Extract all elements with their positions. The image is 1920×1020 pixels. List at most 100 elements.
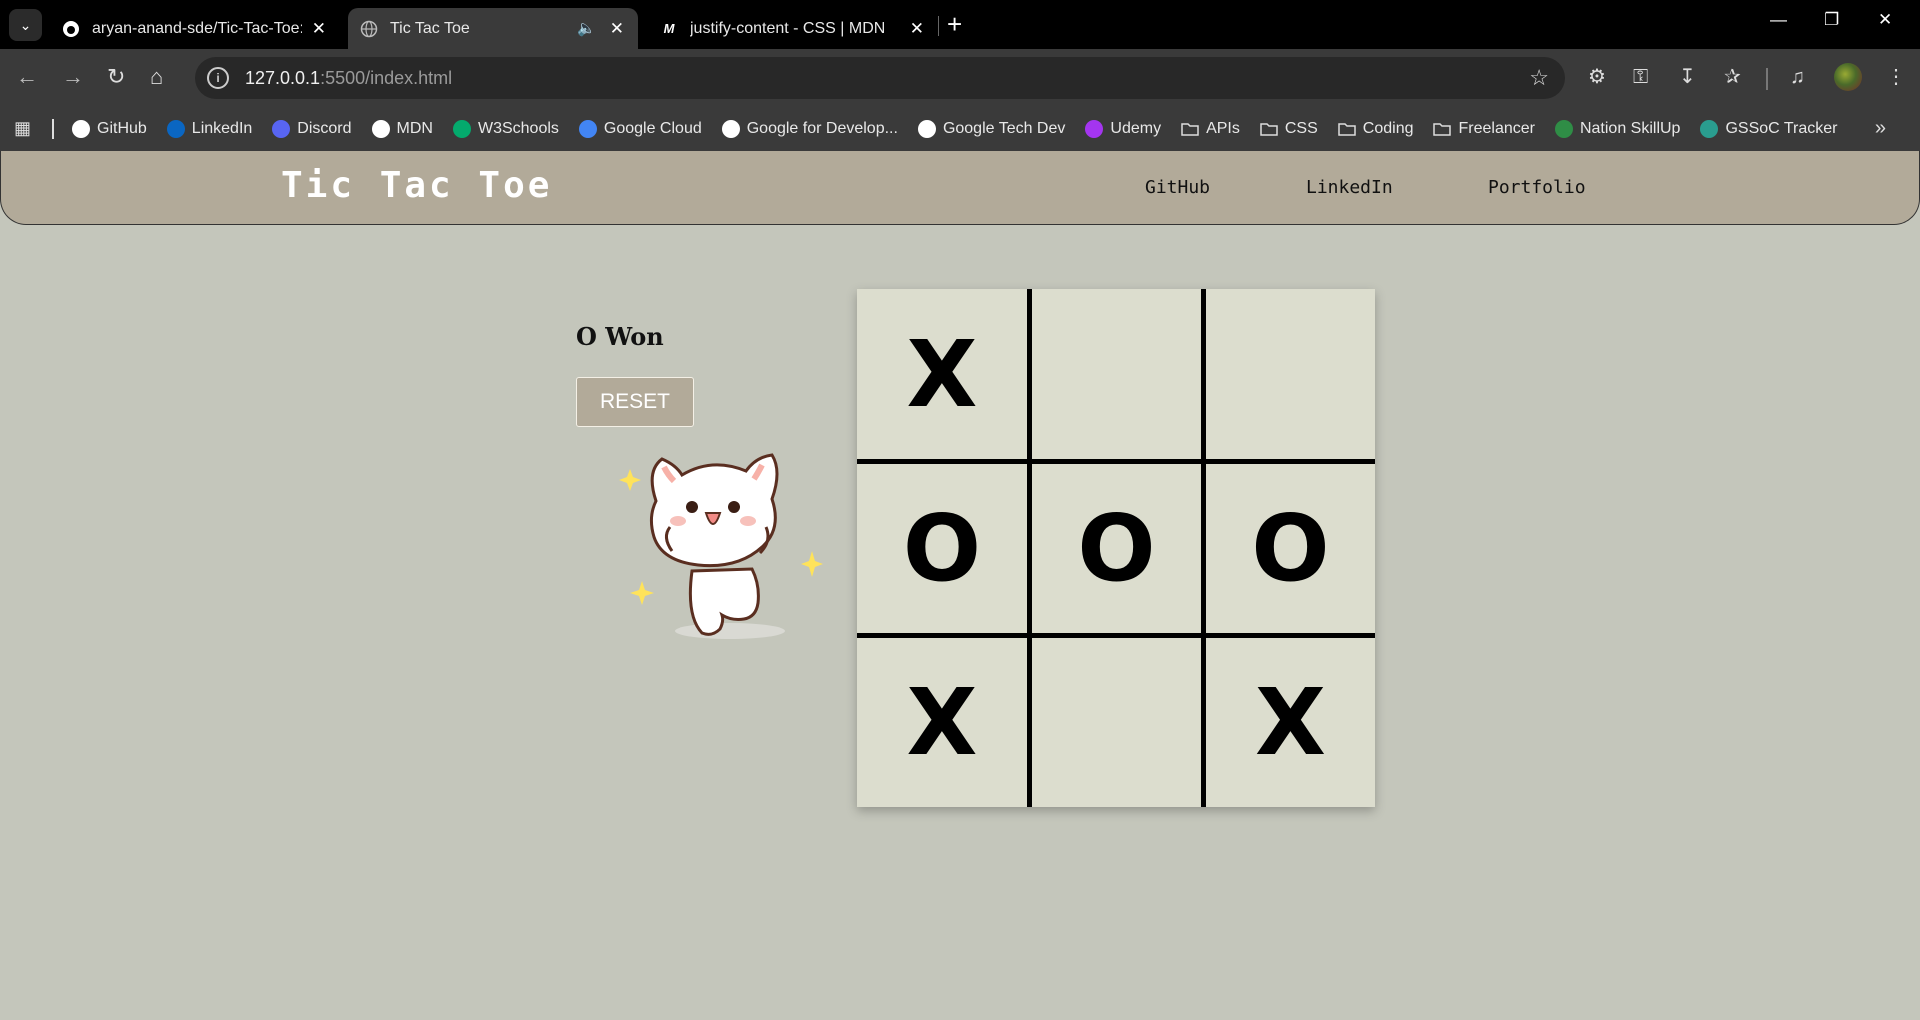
cat-mascot-image xyxy=(619,453,823,639)
chevron-down-icon: ⌄ xyxy=(19,16,32,33)
globe-icon xyxy=(1700,120,1719,138)
board-cell-7[interactable]: X xyxy=(857,633,1027,807)
bookmark-nation-skillup[interactable]: Nation SkillUp xyxy=(1554,120,1681,138)
forward-icon[interactable]: → xyxy=(62,65,84,89)
board-cell-6[interactable]: O xyxy=(1201,459,1375,633)
tab-strip: ⌄ aryan-anand-sde/Tic-Tac-Toe: T ✕ Tic T… xyxy=(0,0,1920,49)
bookmark-freelancer[interactable]: Freelancer xyxy=(1433,120,1535,138)
tab-mdn[interactable]: M justify-content - CSS | MDN ✕ xyxy=(648,8,938,49)
bookmark-mdn[interactable]: MDN xyxy=(371,120,433,138)
game-board: X O O O X X xyxy=(857,289,1375,807)
bookmark-linkedin[interactable]: LinkedIn xyxy=(166,120,252,138)
tab-title: justify-content - CSS | MDN xyxy=(690,19,886,37)
tab-title: aryan-anand-sde/Tic-Tac-Toe: T xyxy=(92,19,302,37)
menu-kebab-icon[interactable]: ⋮ xyxy=(1886,64,1906,90)
board-cell-3[interactable] xyxy=(1201,289,1375,459)
bookmark-label: Discord xyxy=(297,120,352,137)
reload-icon[interactable]: ↻ xyxy=(107,65,125,89)
folder-icon xyxy=(1338,120,1356,138)
bookmark-gssoc-tracker[interactable]: GSSoC Tracker xyxy=(1700,120,1837,138)
bookmark-label: Google Tech Dev xyxy=(942,120,1066,137)
profile-avatar[interactable] xyxy=(1834,63,1862,91)
board-cell-8[interactable] xyxy=(1027,633,1201,807)
bookmarks-divider xyxy=(52,119,54,139)
minimize-icon[interactable]: — xyxy=(1770,10,1787,30)
google-cloud-icon xyxy=(578,120,597,138)
tab-divider xyxy=(938,16,939,36)
bookmark-discord[interactable]: Discord xyxy=(272,120,352,138)
speaker-icon[interactable]: 🔈 xyxy=(577,19,596,37)
bookmark-github[interactable]: GitHub xyxy=(72,120,147,138)
github-icon xyxy=(72,120,90,138)
folder-icon xyxy=(1433,120,1452,138)
reset-button[interactable]: RESET xyxy=(576,377,694,427)
bookmark-apis[interactable]: APIs xyxy=(1181,120,1240,138)
tab-search-button[interactable]: ⌄ xyxy=(9,9,42,41)
board-cell-2[interactable] xyxy=(1027,289,1201,459)
bookmark-google-cloud[interactable]: Google Cloud xyxy=(578,120,702,138)
bookmark-coding[interactable]: Coding xyxy=(1338,120,1414,138)
close-icon[interactable]: ✕ xyxy=(312,19,326,39)
restore-icon[interactable]: ❐ xyxy=(1824,10,1839,30)
close-icon[interactable]: ✕ xyxy=(610,19,624,39)
udemy-icon xyxy=(1085,120,1104,138)
bookmarks-bar: ▦ GitHub LinkedIn Discord MDN W3Schools Googl… xyxy=(0,107,1920,151)
tab-github[interactable]: aryan-anand-sde/Tic-Tac-Toe: T ✕ xyxy=(50,8,340,49)
mdn-icon xyxy=(371,120,390,138)
download-icon[interactable]: ↧ xyxy=(1679,64,1696,90)
more-bookmarks-icon[interactable]: » xyxy=(1875,117,1886,140)
bookmarks-list: GitHub LinkedIn Discord MDN W3Schools Google … xyxy=(72,107,1857,151)
tab-title: Tic Tac Toe xyxy=(390,19,470,37)
bookmark-label: W3Schools xyxy=(477,120,559,137)
nav-link-linkedin[interactable]: LinkedIn xyxy=(1306,177,1393,198)
bookmark-star-icon[interactable]: ☆ xyxy=(1529,65,1549,91)
address-bar[interactable]: i 127.0.0.1:5500/index.html ☆ xyxy=(195,57,1565,99)
site-info-icon[interactable]: i xyxy=(207,67,229,89)
extension-icon[interactable]: ⚙ xyxy=(1588,64,1606,90)
board-cell-4[interactable]: O xyxy=(857,459,1027,633)
github-icon xyxy=(62,20,80,38)
page-viewport: Tic Tac Toe GitHub LinkedIn Portfolio O … xyxy=(0,151,1920,1020)
tab-tic-tac-toe[interactable]: Tic Tac Toe 🔈 ✕ xyxy=(348,8,638,49)
bookmark-label: MDN xyxy=(396,120,433,137)
w3schools-icon xyxy=(452,120,471,138)
password-key-icon[interactable]: ⚿ xyxy=(1633,64,1648,90)
nav-link-portfolio[interactable]: Portfolio xyxy=(1488,177,1586,198)
close-window-icon[interactable]: ✕ xyxy=(1878,10,1892,30)
bookmark-label: Freelancer xyxy=(1458,120,1535,137)
board-cell-5[interactable]: O xyxy=(1027,459,1201,633)
bookmark-label: Coding xyxy=(1362,120,1414,137)
close-icon[interactable]: ✕ xyxy=(910,19,924,39)
bookmark-google-tech-dev[interactable]: Google Tech Dev xyxy=(917,120,1066,138)
bookmark-w3schools[interactable]: W3Schools xyxy=(452,120,559,138)
back-icon[interactable]: ← xyxy=(16,65,38,89)
site-header: Tic Tac Toe GitHub LinkedIn Portfolio xyxy=(0,151,1920,225)
board-cell-1[interactable]: X xyxy=(857,289,1027,459)
bookmark-google-for-develop[interactable]: Google for Develop... xyxy=(721,120,898,138)
nav-link-github[interactable]: GitHub xyxy=(1145,177,1210,198)
gfg-icon xyxy=(1554,120,1573,138)
bookmark-label: GitHub xyxy=(97,120,147,137)
mdn-icon: M xyxy=(663,21,675,36)
home-icon[interactable]: ⌂ xyxy=(150,65,163,89)
bookmark-label: Udemy xyxy=(1110,120,1162,137)
url-path: :5500/index.html xyxy=(320,67,453,88)
favorites-icon[interactable]: ✰ xyxy=(1724,64,1741,90)
new-tab-button[interactable]: + xyxy=(947,10,962,38)
board-cell-9[interactable]: X xyxy=(1201,633,1375,807)
globe-icon xyxy=(360,20,378,38)
apps-grid-icon[interactable]: ▦ xyxy=(14,118,34,138)
site-title: Tic Tac Toe xyxy=(281,165,553,206)
linkedin-icon xyxy=(166,120,185,138)
bookmark-label: Nation SkillUp xyxy=(1579,120,1681,137)
bookmark-label: CSS xyxy=(1284,120,1318,137)
google-icon xyxy=(917,120,936,138)
browser-toolbar: ← → ↻ ⌂ i 127.0.0.1:5500/index.html ☆ ⚙ … xyxy=(0,49,1920,107)
folder-icon xyxy=(1181,120,1199,138)
toolbar-divider xyxy=(1766,68,1768,90)
bookmark-label: Google Cloud xyxy=(603,120,702,137)
bookmark-udemy[interactable]: Udemy xyxy=(1085,120,1161,138)
bookmark-css[interactable]: CSS xyxy=(1260,120,1318,138)
media-control-icon[interactable]: ♫ xyxy=(1790,64,1805,90)
url-host: 127.0.0.1 xyxy=(245,67,321,88)
